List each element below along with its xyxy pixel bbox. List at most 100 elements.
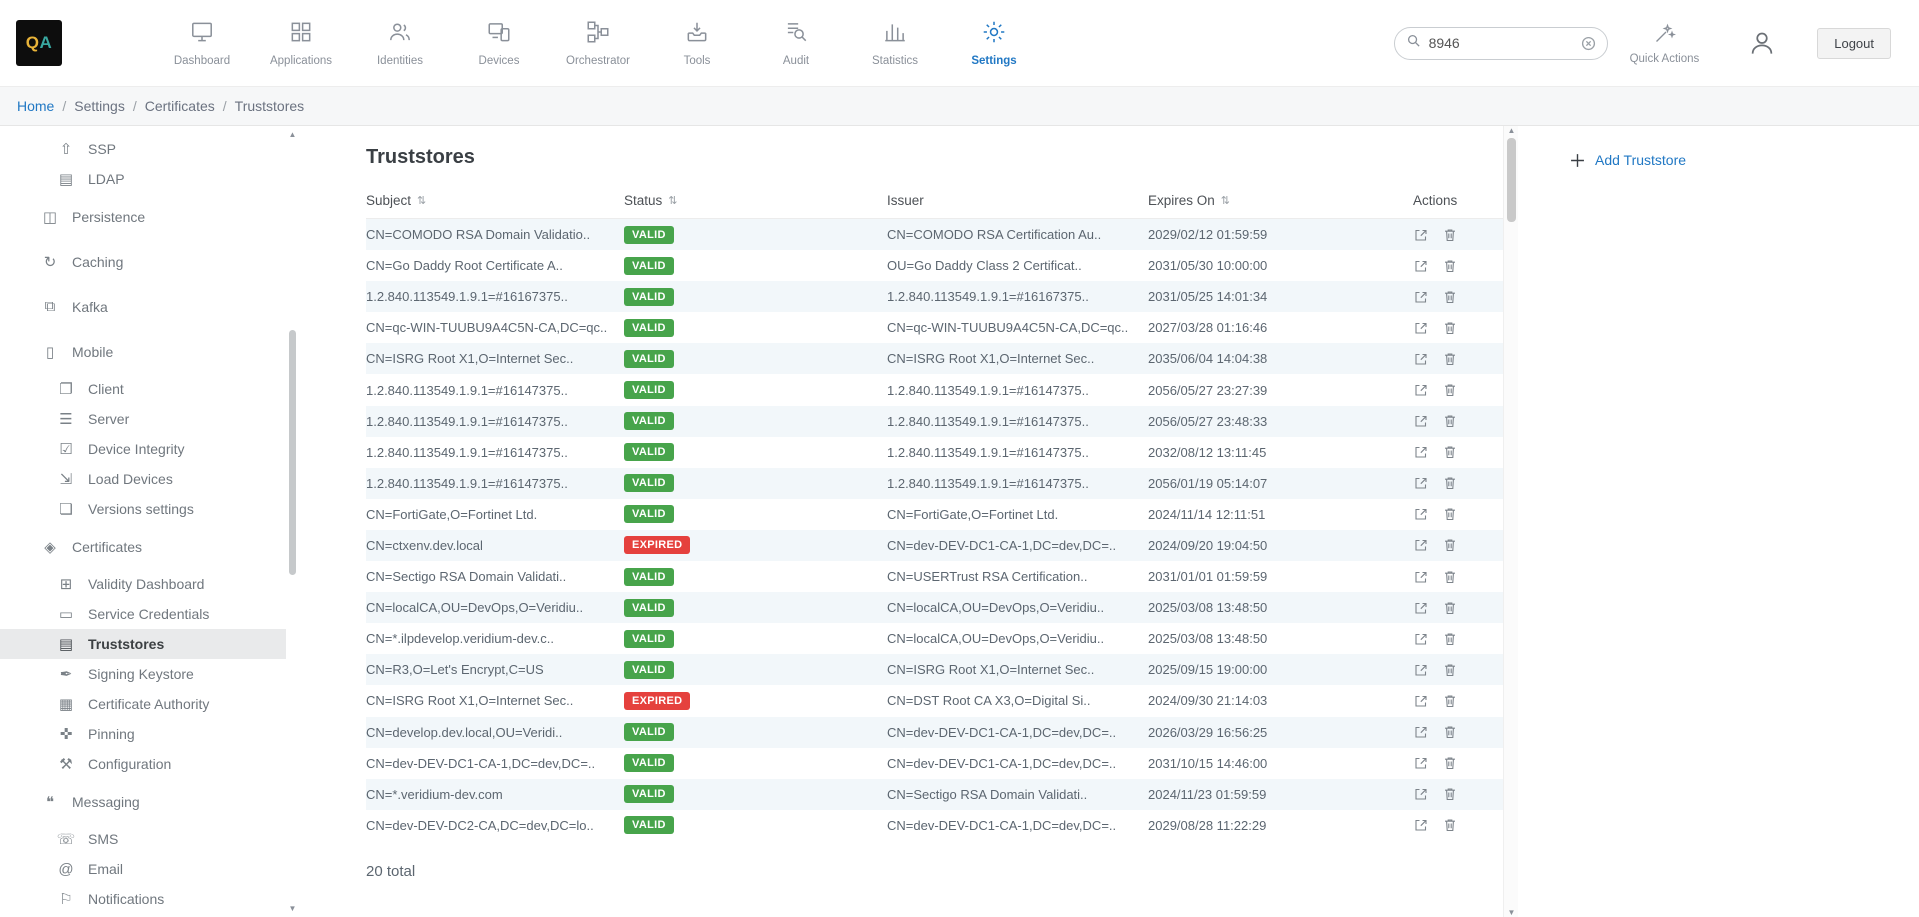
open-truststore-icon[interactable] [1413,320,1429,336]
table-row[interactable]: CN=Sectigo RSA Domain Validati.. VALID C… [366,561,1518,592]
open-truststore-icon[interactable] [1413,506,1429,522]
table-row[interactable]: CN=Go Daddy Root Certificate A.. VALID O… [366,250,1518,281]
open-truststore-icon[interactable] [1413,662,1429,678]
nav-statistics[interactable]: Statistics [861,19,929,67]
column-header-status[interactable]: Status ⇅ [624,193,887,208]
open-truststore-icon[interactable] [1413,724,1429,740]
table-row[interactable]: 1.2.840.113549.1.9.1=#16167375.. VALID 1… [366,281,1518,312]
sidebar-item-versions-settings[interactable]: ❏ Versions settings [0,494,286,524]
delete-truststore-icon[interactable] [1442,351,1458,367]
add-truststore-button[interactable]: Add Truststore [1570,152,1919,168]
open-truststore-icon[interactable] [1413,475,1429,491]
table-row[interactable]: 1.2.840.113549.1.9.1=#16147375.. VALID 1… [366,437,1518,468]
breadcrumb-home[interactable]: Home [17,98,54,114]
table-row[interactable]: CN=*.ilpdevelop.veridium-dev.c.. VALID C… [366,623,1518,654]
sort-icon[interactable]: ⇅ [417,194,426,207]
delete-truststore-icon[interactable] [1442,600,1458,616]
open-truststore-icon[interactable] [1413,569,1429,585]
open-truststore-icon[interactable] [1413,227,1429,243]
table-row[interactable]: CN=localCA,OU=DevOps,O=Veridiu.. VALID C… [366,592,1518,623]
table-row[interactable]: CN=COMODO RSA Domain Validatio.. VALID C… [366,219,1518,250]
table-row[interactable]: CN=dev-DEV-DC2-CA,DC=dev,DC=lo.. VALID C… [366,810,1518,841]
sidebar-item-device-integrity[interactable]: ☑ Device Integrity [0,434,286,464]
sidebar-item-ssp[interactable]: ⇧ SSP [0,134,286,164]
scroll-up-icon[interactable]: ▲ [288,130,297,139]
sidebar-item-service-credentials[interactable]: ▭ Service Credentials [0,599,286,629]
table-row[interactable]: 1.2.840.113549.1.9.1=#16147375.. VALID 1… [366,468,1518,499]
scroll-up-icon[interactable]: ▲ [1504,126,1519,135]
sidebar-item-client[interactable]: ❐ Client [0,374,286,404]
delete-truststore-icon[interactable] [1442,382,1458,398]
sidebar-item-sms[interactable]: ☏ SMS [0,824,286,854]
table-row[interactable]: CN=qc-WIN-TUUBU9A4C5N-CA,DC=qc.. VALID C… [366,312,1518,343]
sidebar-scrollbar-thumb[interactable] [289,330,296,575]
delete-truststore-icon[interactable] [1442,537,1458,553]
nav-devices[interactable]: Devices [465,19,533,67]
sidebar-item-caching[interactable]: ↻ Caching [0,239,286,284]
sidebar-scrollbar[interactable]: ▲ ▼ [288,130,297,913]
delete-truststore-icon[interactable] [1442,786,1458,802]
delete-truststore-icon[interactable] [1442,693,1458,709]
sidebar-item-truststores[interactable]: ▤ Truststores [0,629,286,659]
delete-truststore-icon[interactable] [1442,258,1458,274]
sidebar-item-certificates[interactable]: ◈ Certificates [0,524,286,569]
open-truststore-icon[interactable] [1413,351,1429,367]
table-row[interactable]: CN=ISRG Root X1,O=Internet Sec.. EXPIRED… [366,685,1518,716]
user-avatar-icon[interactable] [1747,28,1777,58]
table-row[interactable]: CN=dev-DEV-DC1-CA-1,DC=dev,DC=.. VALID C… [366,748,1518,779]
sidebar-item-notifications[interactable]: ⚐ Notifications [0,884,286,914]
delete-truststore-icon[interactable] [1442,289,1458,305]
delete-truststore-icon[interactable] [1442,413,1458,429]
sidebar-item-server[interactable]: ☰ Server [0,404,286,434]
table-row[interactable]: 1.2.840.113549.1.9.1=#16147375.. VALID 1… [366,374,1518,405]
sidebar-item-certificate-authority[interactable]: ▦ Certificate Authority [0,689,286,719]
search-box[interactable] [1394,27,1608,60]
delete-truststore-icon[interactable] [1442,631,1458,647]
logout-button[interactable]: Logout [1817,28,1891,59]
table-row[interactable]: 1.2.840.113549.1.9.1=#16147375.. VALID 1… [366,406,1518,437]
nav-applications[interactable]: Applications [267,19,335,67]
delete-truststore-icon[interactable] [1442,662,1458,678]
nav-settings[interactable]: Settings [960,19,1028,67]
delete-truststore-icon[interactable] [1442,475,1458,491]
table-row[interactable]: CN=ctxenv.dev.local EXPIRED CN=dev-DEV-D… [366,530,1518,561]
delete-truststore-icon[interactable] [1442,817,1458,833]
delete-truststore-icon[interactable] [1442,569,1458,585]
sidebar-item-pinning[interactable]: ✜ Pinning [0,719,286,749]
search-input[interactable] [1429,35,1573,51]
sidebar-item-persistence[interactable]: ◫ Persistence [0,194,286,239]
nav-audit[interactable]: Audit [762,19,830,67]
scroll-down-icon[interactable]: ▼ [288,904,297,913]
delete-truststore-icon[interactable] [1442,320,1458,336]
table-row[interactable]: CN=ISRG Root X1,O=Internet Sec.. VALID C… [366,343,1518,374]
delete-truststore-icon[interactable] [1442,444,1458,460]
open-truststore-icon[interactable] [1413,817,1429,833]
main-scrollbar-thumb[interactable] [1507,138,1516,222]
sidebar-item-signing-keystore[interactable]: ✒ Signing Keystore [0,659,286,689]
nav-identities[interactable]: Identities [366,19,434,67]
nav-orchestrator[interactable]: Orchestrator [564,19,632,67]
sort-icon[interactable]: ⇅ [668,194,677,207]
table-row[interactable]: CN=*.veridium-dev.com VALID CN=Sectigo R… [366,779,1518,810]
delete-truststore-icon[interactable] [1442,755,1458,771]
sidebar-item-load-devices[interactable]: ⇲ Load Devices [0,464,286,494]
open-truststore-icon[interactable] [1413,413,1429,429]
sidebar-item-mobile[interactable]: ▯ Mobile [0,329,286,374]
scroll-down-icon[interactable]: ▼ [1504,908,1519,917]
delete-truststore-icon[interactable] [1442,506,1458,522]
open-truststore-icon[interactable] [1413,600,1429,616]
open-truststore-icon[interactable] [1413,258,1429,274]
table-row[interactable]: CN=develop.dev.local,OU=Veridi.. VALID C… [366,717,1518,748]
column-header-subject[interactable]: Subject ⇅ [366,193,624,208]
table-row[interactable]: CN=R3,O=Let's Encrypt,C=US VALID CN=ISRG… [366,654,1518,685]
open-truststore-icon[interactable] [1413,693,1429,709]
open-truststore-icon[interactable] [1413,444,1429,460]
delete-truststore-icon[interactable] [1442,724,1458,740]
nav-tools[interactable]: Tools [663,19,731,67]
table-row[interactable]: CN=FortiGate,O=Fortinet Ltd. VALID CN=Fo… [366,499,1518,530]
sidebar-item-validity-dashboard[interactable]: ⊞ Validity Dashboard [0,569,286,599]
main-scrollbar[interactable]: ▲ ▼ [1503,126,1518,917]
clear-search-icon[interactable] [1581,36,1596,51]
nav-dashboard[interactable]: Dashboard [168,19,236,67]
sidebar-item-kafka[interactable]: ⧉ Kafka [0,284,286,329]
